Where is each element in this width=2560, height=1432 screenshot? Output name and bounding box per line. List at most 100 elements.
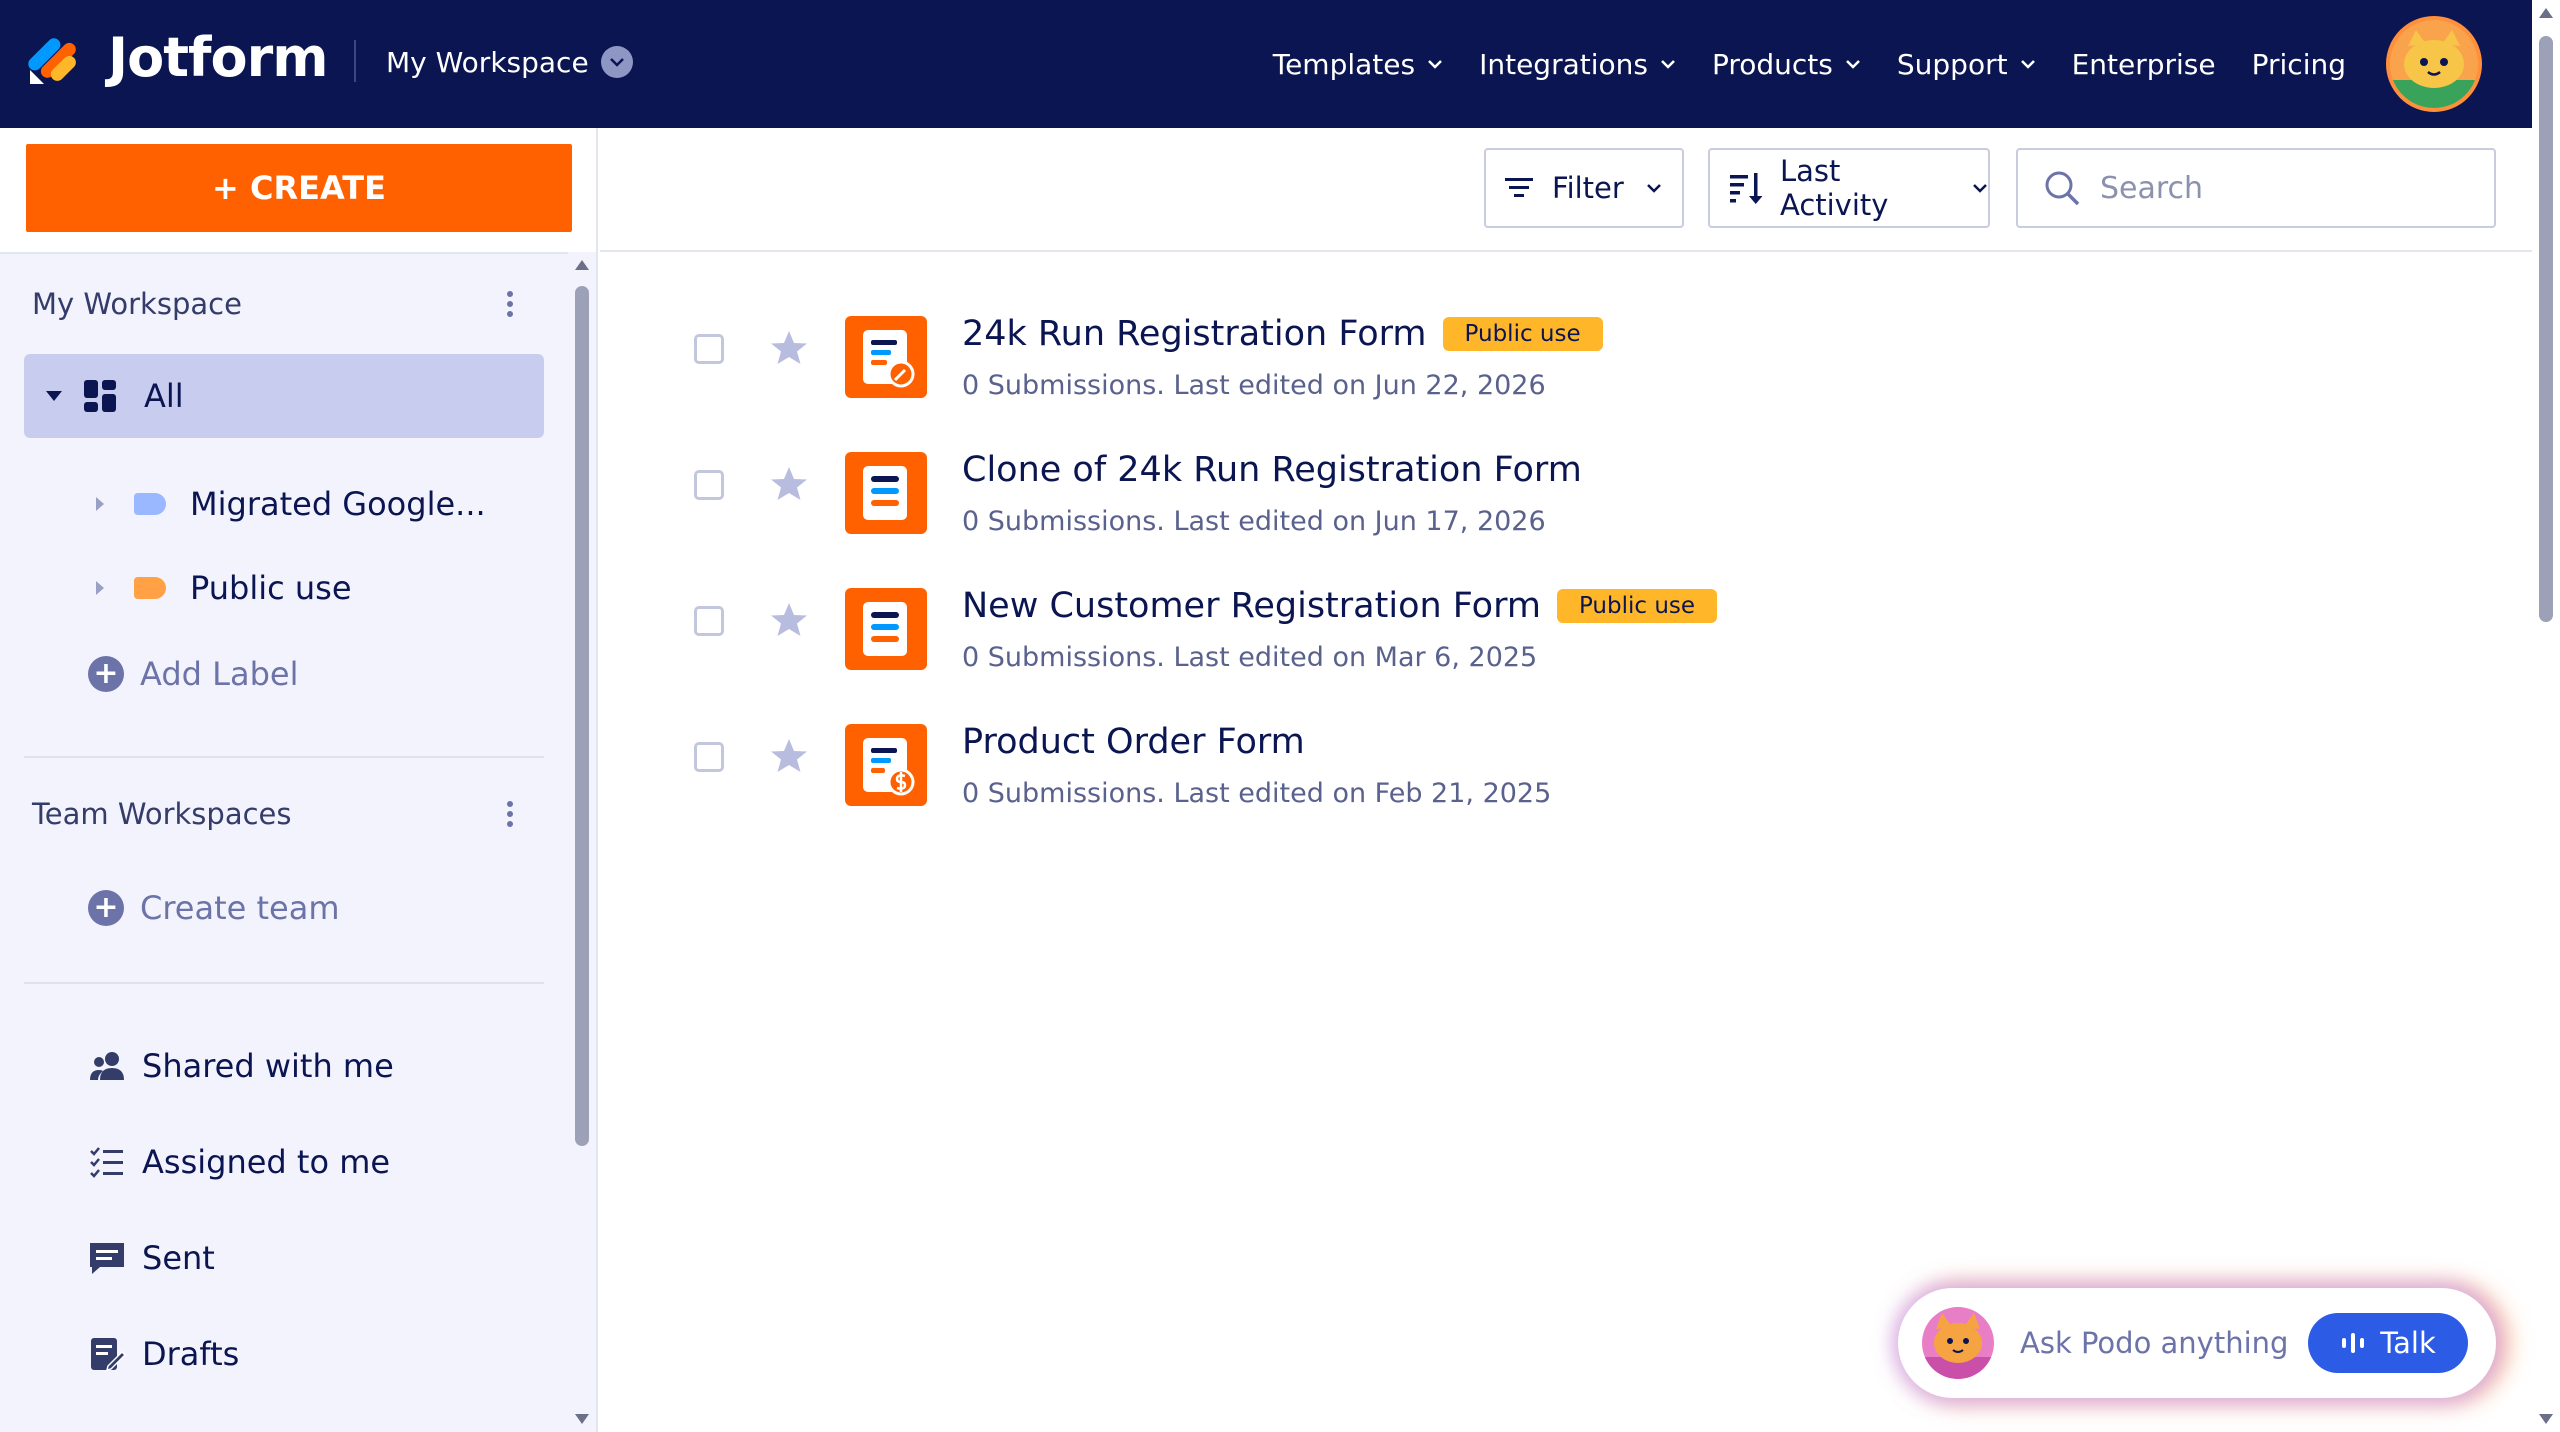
form-select-checkbox[interactable] (694, 742, 724, 772)
nav-enterprise-label: Enterprise (2071, 47, 2216, 81)
form-title[interactable]: New Customer Registration Form Public us… (962, 586, 1718, 626)
form-row[interactable]: New Customer Registration Form Public us… (600, 564, 2532, 700)
sidebar-item-assigned-to-me[interactable]: Assigned to me (88, 1138, 390, 1186)
add-label-text: Add Label (140, 655, 299, 693)
form-select-checkbox[interactable] (694, 606, 724, 636)
form-select-checkbox[interactable] (694, 470, 724, 500)
chevron-down-icon (600, 46, 633, 78)
caret-right-icon[interactable] (96, 497, 104, 511)
form-title[interactable]: Product Order Form (962, 722, 1305, 762)
page-scrollbar[interactable] (2532, 0, 2560, 1432)
form-meta: 0 Submissions. Last edited on Mar 6, 202… (962, 642, 1538, 673)
sidebar-scroll-thumb[interactable] (575, 286, 589, 1146)
filter-button[interactable]: Filter (1484, 148, 1684, 228)
sort-button[interactable]: Last Activity (1708, 148, 1990, 228)
public-use-badge: Public use (1442, 317, 1603, 351)
sort-descending-icon (1729, 173, 1763, 204)
chevron-down-icon (2020, 60, 2035, 69)
form-row[interactable]: Product Order Form 0 Submissions. Last e… (600, 700, 2532, 836)
my-workspace-menu-icon[interactable] (500, 284, 520, 324)
nav-pricing-label: Pricing (2251, 47, 2346, 81)
draft-icon (91, 1338, 126, 1372)
star-icon[interactable] (770, 466, 808, 502)
team-workspaces-menu-icon[interactable] (500, 794, 520, 834)
tag-icon (134, 493, 166, 515)
form-title-text: Clone of 24k Run Registration Form (962, 450, 1582, 490)
star-icon[interactable] (770, 330, 808, 366)
nav-enterprise[interactable]: Enterprise (2072, 48, 2216, 81)
scroll-up-arrow-icon[interactable] (2539, 8, 2553, 18)
sidebar-item-sent[interactable]: Sent (88, 1234, 215, 1282)
scroll-down-arrow-icon[interactable] (575, 1414, 589, 1424)
workspace-switcher[interactable]: My Workspace (386, 40, 633, 84)
star-icon[interactable] (770, 602, 808, 638)
create-button[interactable]: + CREATE (26, 144, 572, 232)
talk-button[interactable]: Talk (2308, 1313, 2468, 1373)
jotform-logo-icon[interactable] (26, 28, 84, 86)
create-team-text: Create team (140, 889, 340, 927)
scroll-down-arrow-icon[interactable] (2539, 1414, 2553, 1424)
brand-wordmark[interactable]: Jotform (108, 26, 328, 89)
sidebar-item-drafts[interactable]: Drafts (88, 1330, 239, 1378)
chevron-down-icon (1973, 184, 1987, 193)
sidebar-divider (24, 982, 544, 984)
user-avatar[interactable] (2386, 16, 2482, 112)
form-icon[interactable] (845, 588, 927, 670)
main-nav: Templates Integrations Products Support … (1237, 40, 2346, 88)
top-navigation-bar: Jotform My Workspace Templates Integrati… (0, 0, 2532, 128)
form-title[interactable]: 24k Run Registration Form Public use (962, 314, 1603, 354)
sidebar-label-migrated[interactable]: Migrated Google... (96, 480, 486, 528)
sidebar-scrollbar[interactable] (568, 252, 596, 1432)
add-label-button[interactable]: + Add Label (88, 650, 298, 698)
sidebar-item-all-label: All (144, 377, 184, 415)
nav-integrations[interactable]: Integrations (1479, 48, 1676, 81)
form-edit-icon[interactable] (845, 316, 927, 398)
podo-assistant[interactable]: Ask Podo anything Talk (1898, 1288, 2496, 1398)
caret-right-icon[interactable] (96, 581, 104, 595)
form-payment-icon[interactable] (845, 724, 927, 806)
nav-support[interactable]: Support (1897, 48, 2036, 81)
sidebar-panel: My Workspace All Migrated Google... Publ… (0, 252, 568, 1432)
search-input[interactable] (2100, 170, 2460, 206)
form-list: 24k Run Registration Form Public use 0 S… (600, 254, 2532, 1432)
filter-icon (1505, 178, 1533, 197)
form-meta: 0 Submissions. Last edited on Jun 22, 20… (962, 370, 1546, 401)
form-title[interactable]: Clone of 24k Run Registration Form (962, 450, 1582, 490)
dashboard-icon (84, 380, 116, 412)
nav-products[interactable]: Products (1712, 48, 1861, 81)
create-team-button[interactable]: + Create team (88, 884, 340, 932)
form-icon[interactable] (845, 452, 927, 534)
sidebar-label-text: Migrated Google... (190, 485, 486, 523)
form-meta: 0 Submissions. Last edited on Jun 17, 20… (962, 506, 1546, 537)
scroll-up-arrow-icon[interactable] (575, 260, 589, 270)
public-use-badge: Public use (1556, 589, 1718, 623)
form-select-checkbox[interactable] (694, 334, 724, 364)
checklist-icon (90, 1147, 123, 1178)
sidebar-item-all[interactable]: All (24, 354, 544, 438)
nav-integrations-label: Integrations (1479, 47, 1648, 81)
sidebar-item-shared-with-me[interactable]: Shared with me (88, 1042, 394, 1090)
filter-label: Filter (1552, 171, 1624, 205)
voice-bars-icon (2342, 1333, 2365, 1353)
search-box[interactable] (2016, 148, 2496, 228)
sidebar-divider (24, 756, 544, 758)
sidebar-link-label: Assigned to me (142, 1143, 391, 1181)
nav-pricing[interactable]: Pricing (2252, 48, 2346, 81)
talk-label: Talk (2380, 1326, 2436, 1360)
chevron-down-icon (1845, 60, 1860, 69)
cat-avatar-icon (2390, 30, 2478, 108)
users-icon (90, 1052, 124, 1080)
caret-down-icon[interactable] (46, 391, 62, 401)
logo-divider (354, 40, 356, 82)
tag-icon (134, 577, 166, 599)
page-scroll-thumb[interactable] (2539, 36, 2553, 622)
podo-prompt[interactable]: Ask Podo anything (2020, 1326, 2288, 1360)
chevron-down-icon (1646, 184, 1661, 193)
form-row[interactable]: Clone of 24k Run Registration Form 0 Sub… (600, 428, 2532, 564)
star-icon[interactable] (770, 738, 808, 774)
nav-templates[interactable]: Templates (1273, 48, 1443, 81)
sidebar-label-public-use[interactable]: Public use (96, 564, 352, 612)
podo-avatar-icon (1922, 1307, 1994, 1379)
form-title-text: Product Order Form (962, 722, 1305, 762)
form-row[interactable]: 24k Run Registration Form Public use 0 S… (600, 292, 2532, 428)
